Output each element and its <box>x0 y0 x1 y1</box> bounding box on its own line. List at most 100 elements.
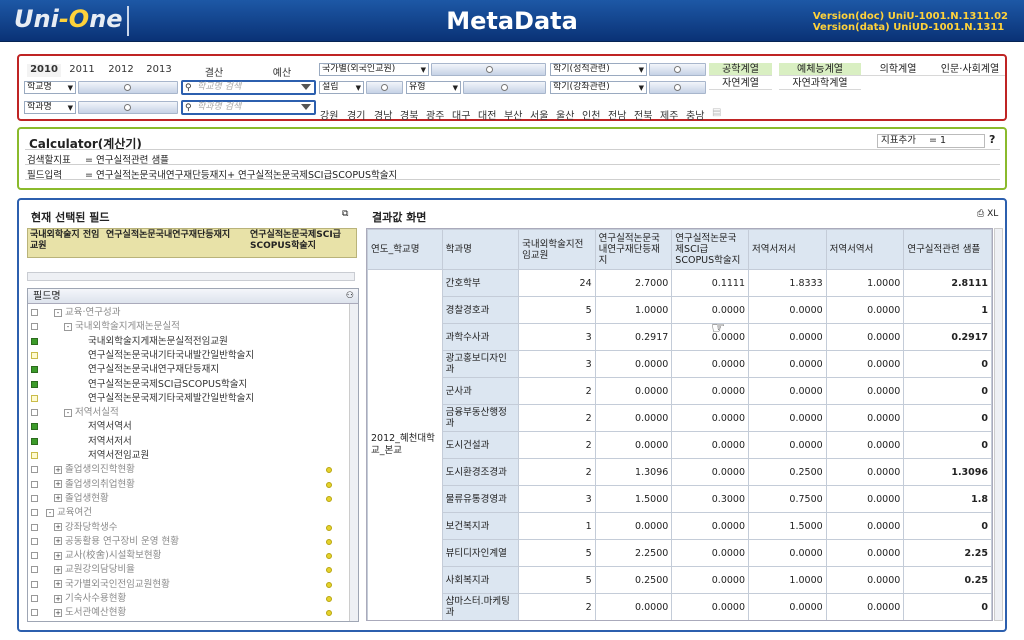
collapse-icon[interactable]: - <box>64 322 72 331</box>
column-header[interactable]: 연구실적관련 샘플 <box>903 229 992 270</box>
table-row[interactable]: 금융부동산행정과 2 0.0000 0.0000 0.0000 0.0000 0 <box>368 404 992 432</box>
tree-checkbox[interactable] <box>31 509 38 517</box>
excel-export-button[interactable]: ⎙ XL <box>977 209 998 219</box>
semester-grade-slider[interactable] <box>649 63 706 76</box>
table-row[interactable]: 도시환경조경과 2 1.3096 0.0000 0.2500 0.0000 1.3096 <box>368 458 992 486</box>
expand-icon[interactable]: + <box>54 580 62 589</box>
dropdown-arrow-icon[interactable] <box>301 84 311 90</box>
slider-handle[interactable] <box>124 84 131 91</box>
results-scrollbar[interactable] <box>994 228 1003 621</box>
table-row[interactable]: 뷰티디자인계열 5 2.2500 0.0000 0.0000 0.0000 2.25 <box>368 539 992 567</box>
region-daejeon[interactable]: 대전 <box>478 107 496 122</box>
tree-item[interactable]: + 졸업생현황 <box>28 492 346 506</box>
expand-icon[interactable]: + <box>54 608 62 617</box>
semester-grade-dropdown[interactable]: 학기(성적관련) ▼ <box>550 63 647 76</box>
tree-checkbox[interactable] <box>31 523 38 531</box>
expand-icon[interactable]: + <box>54 551 62 560</box>
column-header[interactable]: 국내외학술지전임교원 <box>518 229 596 270</box>
table-row[interactable]: 샵마스터.마케팅과 2 0.0000 0.0000 0.0000 0.0000 0 <box>368 593 992 620</box>
year-tab-2013[interactable]: 2013 <box>142 64 176 77</box>
tree-item[interactable]: 연구실적논문국제SCI급SCOPUS학술지 <box>28 378 346 392</box>
school-dropdown[interactable]: 학교명 ▼ <box>24 81 76 94</box>
slider-handle[interactable] <box>486 66 493 73</box>
copy-icon[interactable]: ⧉ <box>342 209 348 219</box>
category-natural[interactable]: 자연계열 <box>709 77 772 90</box>
column-header[interactable]: 학과명 <box>441 229 520 270</box>
collapse-icon[interactable]: - <box>54 308 62 317</box>
table-row[interactable]: 경찰경호과 5 1.0000 0.0000 0.0000 0.0000 1 <box>368 296 992 324</box>
table-row[interactable]: 도시건설과 2 0.0000 0.0000 0.0000 0.0000 0 <box>368 431 992 459</box>
slider-handle[interactable] <box>381 84 388 91</box>
table-row[interactable]: 물류유통경영과 3 1.5000 0.3000 0.7500 0.0000 1.8 <box>368 485 992 513</box>
expand-icon[interactable]: + <box>54 537 62 546</box>
table-row[interactable]: 광고홍보디자인과 3 0.0000 0.0000 0.0000 0.0000 0 <box>368 350 992 378</box>
tree-checkbox[interactable] <box>31 351 38 359</box>
school-search-input[interactable]: ⚲ 학교명 검색 <box>181 80 316 95</box>
tree-item[interactable]: - 저역서실적 <box>28 406 346 420</box>
selected-col-3[interactable]: 연구실적논문국제SCI급SCOPUS학술지 <box>250 230 356 252</box>
tree-checkbox[interactable] <box>31 394 38 402</box>
tree-item[interactable]: 저역서역서 <box>28 420 346 434</box>
tree-item[interactable]: 연구실적논문국내연구재단등재지 <box>28 363 346 377</box>
column-header[interactable]: 저역서역서 <box>825 229 905 270</box>
slider-handle[interactable] <box>501 84 508 91</box>
tree-checkbox[interactable] <box>31 580 38 588</box>
tree-checkbox[interactable] <box>31 566 38 574</box>
dropdown-arrow-icon[interactable] <box>301 104 311 110</box>
column-header[interactable]: 연구실적논문국내연구재단등재지 <box>594 229 673 270</box>
expand-icon[interactable]: + <box>54 494 62 503</box>
semester-course-dropdown[interactable]: 학기(강좌관련) ▼ <box>550 81 647 94</box>
region-more-icon[interactable]: ▤ <box>712 107 721 118</box>
tree-checkbox[interactable] <box>31 466 38 474</box>
tree-item[interactable]: - 교육여건 <box>28 506 346 520</box>
region-jeonbuk[interactable]: 전북 <box>634 107 652 122</box>
region-gyeonggi[interactable]: 경기 <box>347 107 365 122</box>
expand-icon[interactable]: + <box>54 465 62 474</box>
expand-icon[interactable]: + <box>54 523 62 531</box>
tree-checkbox[interactable] <box>31 366 38 374</box>
region-chungnam[interactable]: 충남 <box>686 107 704 122</box>
tree-checkbox[interactable] <box>31 423 38 431</box>
column-header[interactable]: 연도_학교명 <box>367 229 443 270</box>
region-daegu[interactable]: 대구 <box>452 107 470 122</box>
column-header[interactable]: 저역서저서 <box>748 229 827 270</box>
category-humanities[interactable]: 인문·사회계열 <box>935 63 1005 76</box>
collapse-icon[interactable]: - <box>64 408 72 417</box>
tree-checkbox[interactable] <box>31 494 38 502</box>
found-slider[interactable] <box>366 81 403 94</box>
tree-item[interactable]: 연구실적논문국제기타국제발간일반학술지 <box>28 392 346 406</box>
tree-checkbox[interactable] <box>31 409 38 417</box>
index-add-field[interactable]: 지표추가 = 1 <box>877 134 985 148</box>
tree-checkbox[interactable] <box>31 537 38 545</box>
semester-course-slider[interactable] <box>649 81 706 94</box>
region-ulsan[interactable]: 울산 <box>556 107 574 122</box>
tree-checkbox[interactable] <box>31 337 38 345</box>
tree-item[interactable]: + 졸업생의진학현황 <box>28 463 346 477</box>
table-row[interactable]: 보건복지과 1 0.0000 0.0000 1.5000 0.0000 0 <box>368 512 992 540</box>
category-medical[interactable]: 의학계열 <box>861 63 935 76</box>
tree-item[interactable]: + 교사(校舍)시설확보현황 <box>28 549 346 563</box>
collapse-icon[interactable]: - <box>46 508 54 517</box>
tree-item[interactable]: - 국내외학술지게재논문실적 <box>28 320 346 334</box>
tree-item[interactable]: + 국가별외국인전임교원현황 <box>28 578 346 592</box>
help-icon[interactable]: ? <box>989 133 995 146</box>
slider-handle[interactable] <box>674 84 681 91</box>
expand-icon[interactable]: + <box>54 480 62 489</box>
table-row[interactable]: 군사과 2 0.0000 0.0000 0.0000 0.0000 0 <box>368 377 992 405</box>
region-gangwon[interactable]: 강원 <box>320 107 338 122</box>
horizontal-scrollbar[interactable] <box>27 272 355 281</box>
category-natural-science[interactable]: 자연과학계열 <box>779 77 861 90</box>
tree-checkbox[interactable] <box>31 380 38 388</box>
type-dropdown[interactable]: 유형 ▼ <box>406 81 461 94</box>
tree-item[interactable]: + 공동활용 연구장비 운영 현황 <box>28 535 346 549</box>
region-jeonnam[interactable]: 전남 <box>608 107 626 122</box>
year-tab-2010[interactable]: 2010 <box>27 64 61 77</box>
tree-item[interactable]: + 교원강의담당비율 <box>28 563 346 577</box>
tree-checkbox[interactable] <box>31 552 38 560</box>
table-row[interactable]: 과학수사과 3 0.2917 0.0000 0.0000 0.0000 0.2917 <box>368 323 992 351</box>
tree-item[interactable]: 연구실적논문국내기타국내발간일반학술지 <box>28 349 346 363</box>
region-gyeongnam[interactable]: 경남 <box>374 107 392 122</box>
slider-handle[interactable] <box>124 104 131 111</box>
category-engineering[interactable]: 공학계열 <box>709 63 772 76</box>
tree-checkbox[interactable] <box>31 480 38 488</box>
